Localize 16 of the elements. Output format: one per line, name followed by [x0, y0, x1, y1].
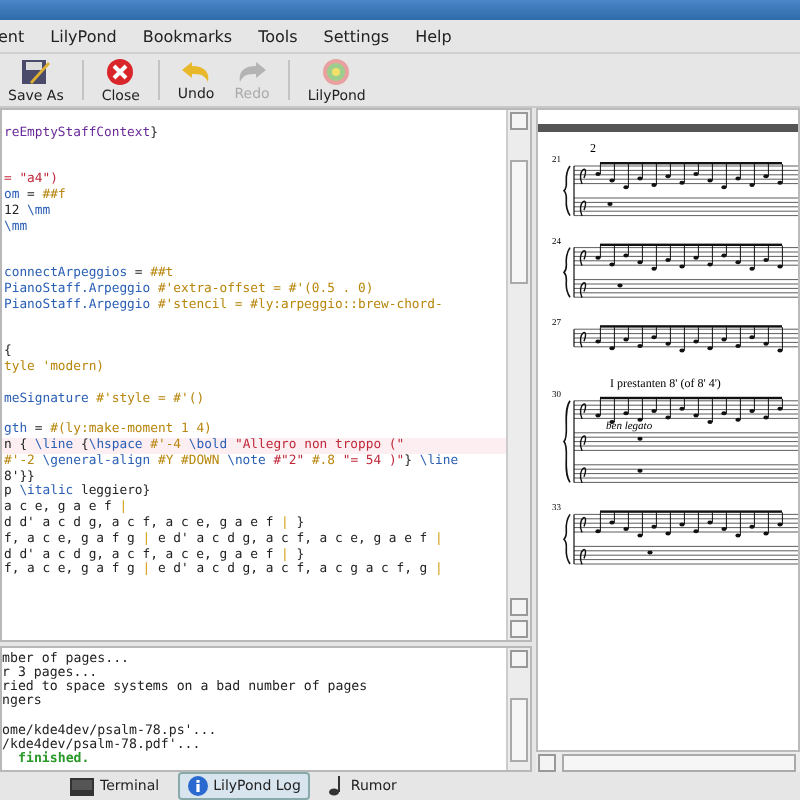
redo-icon [236, 59, 269, 83]
menu-item[interactable]: Tools [258, 27, 298, 45]
music-note-icon [328, 776, 345, 796]
menu-item[interactable]: Bookmarks [142, 27, 233, 45]
menu-item[interactable]: Help [415, 27, 452, 45]
undo-icon [180, 59, 213, 83]
flower-icon [322, 57, 351, 85]
disk-pencil-icon [19, 57, 52, 85]
menu-item[interactable]: LilyPond [50, 27, 117, 45]
scrollbar[interactable] [536, 752, 800, 772]
close-icon [106, 57, 135, 85]
scrollbar[interactable] [506, 647, 530, 770]
menu-item[interactable]: Settings [323, 27, 390, 45]
info-icon [187, 776, 208, 796]
terminal-icon [70, 777, 94, 795]
scrollbar[interactable] [506, 110, 530, 640]
